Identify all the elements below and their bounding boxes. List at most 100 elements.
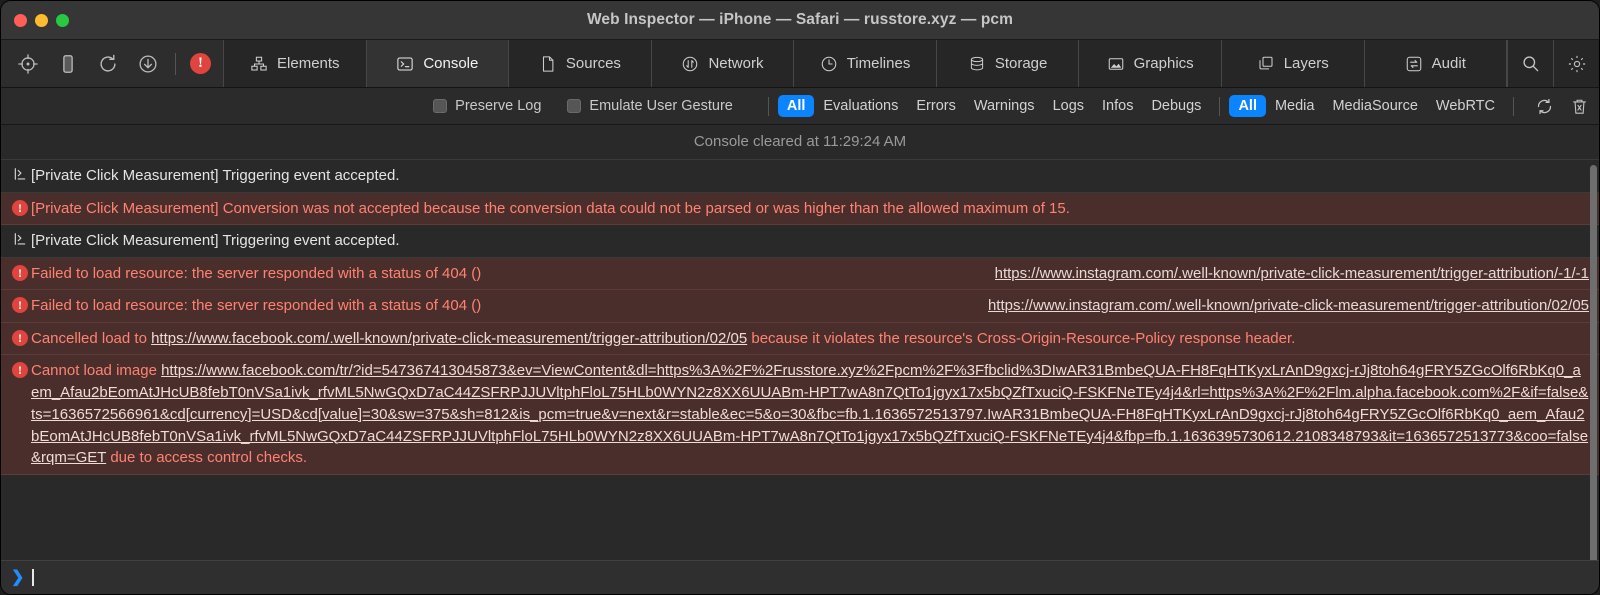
console-row-error[interactable]: ! Cannot load image https://www.facebook… [1, 355, 1599, 475]
row-icon-cell [9, 165, 31, 181]
prompt-chevron-icon: ❯ [11, 570, 24, 586]
console-message-text: Cannot load image https://www.facebook.c… [31, 360, 1589, 469]
tab-console[interactable]: Console [367, 40, 510, 87]
search-icon[interactable] [1507, 40, 1553, 87]
console-source-url[interactable]: https://www.instagram.com/.well-known/pr… [995, 263, 1589, 285]
console-message-text: Failed to load resource: the server resp… [31, 263, 981, 285]
level-filter-logs[interactable]: Logs [1044, 95, 1093, 117]
inspector-controls: ! [1, 40, 224, 87]
web-inspector-window: Web Inspector — iPhone — Safari — russto… [0, 0, 1600, 595]
device-toggle-icon[interactable] [55, 51, 81, 77]
console-row-error[interactable]: ! [Private Click Measurement] Conversion… [1, 193, 1599, 226]
tab-label: Sources [566, 55, 621, 72]
console-row-log[interactable]: [Private Click Measurement] Triggering e… [1, 160, 1599, 193]
console-row-error[interactable]: ! Failed to load resource: the server re… [1, 258, 1599, 291]
toolbar-divider [175, 53, 176, 75]
tab-label: Console [423, 55, 478, 72]
tab-graphics[interactable]: Graphics [1079, 40, 1222, 87]
tab-label: Storage [995, 55, 1048, 72]
error-icon: ! [12, 330, 28, 346]
scrollbar-thumb[interactable] [1590, 165, 1597, 560]
emulate-user-gesture-checkbox[interactable]: Emulate User Gesture [567, 98, 732, 114]
message-prefix: Cannot load image [31, 362, 161, 379]
checkbox-box [567, 99, 581, 113]
reload-icon[interactable] [95, 51, 121, 77]
checkbox-label: Emulate User Gesture [589, 98, 732, 114]
sources-icon [539, 55, 557, 73]
graphics-icon [1107, 55, 1125, 73]
console-source-url[interactable]: https://www.instagram.com/.well-known/pr… [988, 295, 1589, 317]
row-icon-cell: ! [9, 263, 31, 281]
close-button[interactable] [14, 14, 27, 27]
toolbar-right-controls [1507, 40, 1599, 87]
console-message-text: Failed to load resource: the server resp… [31, 295, 974, 317]
console-message-text: Cancelled load to https://www.facebook.c… [31, 328, 1589, 350]
filter-divider [768, 97, 769, 116]
source-filter-webrtc[interactable]: WebRTC [1427, 95, 1504, 117]
row-icon-cell: ! [9, 198, 31, 216]
message-prefix: Cancelled load to [31, 330, 151, 347]
tab-toolbar: ! Elements Console [1, 40, 1599, 88]
title-bar: Web Inspector — iPhone — Safari — russto… [1, 1, 1599, 40]
tab-list: Elements Console Sources [224, 40, 1507, 87]
source-filter-media[interactable]: Media [1266, 95, 1324, 117]
window-controls [1, 14, 69, 27]
row-icon-cell [9, 230, 31, 246]
error-icon: ! [12, 265, 28, 281]
level-filter-debugs[interactable]: Debugs [1142, 95, 1210, 117]
timelines-icon [820, 55, 838, 73]
tab-label: Timelines [847, 55, 911, 72]
tab-storage[interactable]: Storage [937, 40, 1080, 87]
window-title: Web Inspector — iPhone — Safari — russto… [1, 11, 1599, 29]
level-filter-warnings[interactable]: Warnings [965, 95, 1044, 117]
tab-timelines[interactable]: Timelines [794, 40, 937, 87]
console-row-error[interactable]: ! Failed to load resource: the server re… [1, 290, 1599, 323]
refresh-icon[interactable] [1535, 97, 1554, 116]
source-filter-mediasource[interactable]: MediaSource [1323, 95, 1426, 117]
row-icon-cell: ! [9, 360, 31, 378]
tab-label: Network [708, 55, 763, 72]
message-suffix: because it violates the resource's Cross… [747, 330, 1295, 347]
gear-icon[interactable] [1553, 40, 1599, 87]
tab-sources[interactable]: Sources [509, 40, 652, 87]
console-icon [396, 55, 414, 73]
filter-divider [1513, 97, 1514, 116]
checkbox-box [433, 99, 447, 113]
level-filter-evaluations[interactable]: Evaluations [814, 95, 907, 117]
preserve-log-checkbox[interactable]: Preserve Log [433, 98, 541, 114]
layers-icon [1257, 55, 1275, 73]
console-scrollbar[interactable] [1590, 127, 1597, 558]
minimize-button[interactable] [35, 14, 48, 27]
level-filter-errors[interactable]: Errors [907, 95, 964, 117]
tab-label: Layers [1284, 55, 1329, 72]
console-row-log[interactable]: [Private Click Measurement] Triggering e… [1, 225, 1599, 258]
console-message-text: [Private Click Measurement] Triggering e… [31, 230, 1589, 252]
source-filter-all[interactable]: All [1229, 95, 1266, 117]
console-row-error[interactable]: ! Cancelled load to https://www.facebook… [1, 323, 1599, 356]
inspect-element-icon[interactable] [15, 51, 41, 77]
tab-audit[interactable]: Audit [1365, 40, 1508, 87]
level-filter-infos[interactable]: Infos [1093, 95, 1142, 117]
error-icon: ! [12, 200, 28, 216]
tab-label: Elements [277, 55, 340, 72]
tab-elements[interactable]: Elements [224, 40, 367, 87]
level-filter-all[interactable]: All [778, 95, 815, 117]
download-icon[interactable] [135, 51, 161, 77]
tab-layers[interactable]: Layers [1222, 40, 1365, 87]
tab-label: Audit [1432, 55, 1466, 72]
console-log-icon [13, 232, 27, 246]
error-count-badge[interactable]: ! [190, 53, 211, 74]
console-prompt[interactable]: ❯ [1, 560, 1599, 594]
console-message-link[interactable]: https://www.facebook.com/.well-known/pri… [151, 330, 747, 347]
clear-console-icon[interactable] [1570, 97, 1589, 116]
console-cleared-notice: Console cleared at 11:29:24 AM [1, 125, 1599, 160]
prompt-caret [32, 569, 34, 586]
tab-network[interactable]: Network [652, 40, 795, 87]
console-log-icon [13, 167, 27, 181]
console-message-list[interactable]: Console cleared at 11:29:24 AM [Private … [1, 125, 1599, 560]
audit-icon [1405, 55, 1423, 73]
zoom-button[interactable] [56, 14, 69, 27]
console-filter-bar: Preserve Log Emulate User Gesture All Ev… [1, 88, 1599, 125]
console-message-text: [Private Click Measurement] Conversion w… [31, 198, 1589, 220]
elements-icon [250, 55, 268, 73]
